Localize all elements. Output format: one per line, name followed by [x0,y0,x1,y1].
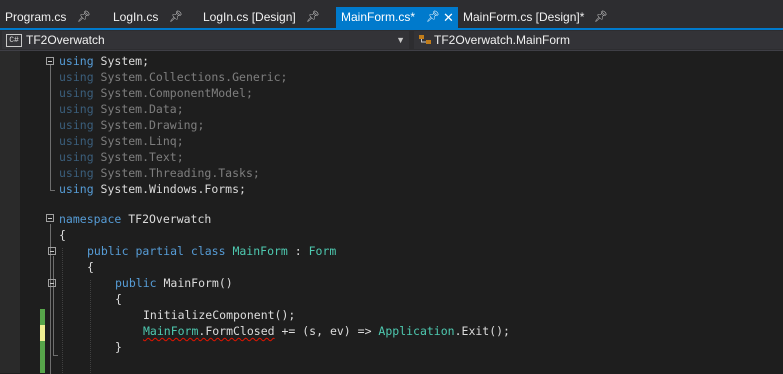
code-line-6: using System.Linq; [59,134,184,148]
pin-icon[interactable]: 📌︎ [169,7,183,28]
collapse-class-icon[interactable] [48,247,56,255]
code-line-5: using System.Drawing; [59,118,205,132]
unsaved-change-marker [40,325,45,341]
code-line-9: using System.Windows.Forms; [59,182,246,196]
tab-mainform-design[interactable]: MainForm.cs [Design]* 📌︎ [458,7,618,28]
document-tab-strip: Program.cs 📌︎ LogIn.cs 📌︎ LogIn.cs [Desi… [0,0,783,28]
code-line-17: InitializeComponent(); [143,308,296,322]
pin-icon[interactable]: 📌︎ [426,7,440,28]
code-line-15: public MainForm() [115,276,233,290]
member-dropdown[interactable]: TF2Overwatch.MainForm [414,31,783,49]
code-editor[interactable]: using System; using System.Collections.G… [0,51,783,374]
code-line-4: using System.Data; [59,102,184,116]
code-line-13: public partial class MainForm : Form [87,244,337,258]
collapse-method-icon[interactable] [48,279,56,287]
pin-icon[interactable]: 📌︎ [77,7,91,28]
outline-guide-end [53,355,58,356]
project-dropdown[interactable]: C# TF2Overwatch ▼ [2,31,409,49]
tab-login-design[interactable]: LogIn.cs [Design] 📌︎ [198,7,334,28]
tab-program-cs[interactable]: Program.cs 📌︎ [0,7,98,28]
indicator-margin [0,51,20,373]
code-line-16: { [115,292,122,306]
code-line-1: using System; [59,54,150,68]
chevron-down-icon: ▼ [396,35,405,45]
tab-login-cs[interactable]: LogIn.cs 📌︎ [108,7,190,28]
tab-label: LogIn.cs [Design] [203,10,296,24]
outline-guide-end [50,190,55,191]
code-line-7: using System.Text; [59,150,184,164]
code-line-19: } [115,340,122,354]
project-name: TF2Overwatch [26,33,105,47]
code-line-12: { [59,228,66,242]
navigation-bar: C# TF2Overwatch ▼ TF2Overwatch.MainForm [0,30,783,51]
outline-guide [53,256,54,356]
tab-label: MainForm.cs [Design]* [463,10,585,24]
code-line-11: namespace TF2Overwatch [59,212,212,226]
code-line-8: using System.Threading.Tasks; [59,166,260,180]
tab-label: Program.cs [5,10,67,24]
tab-label: MainForm.cs* [341,10,416,24]
tab-label: LogIn.cs [113,10,159,24]
code-line-14: { [87,260,94,274]
collapse-using-icon[interactable] [46,57,54,65]
tab-mainform-cs[interactable]: MainForm.cs* 📌︎ ✕ [336,7,458,28]
code-line-3: using System.ComponentModel; [59,86,253,100]
indent-guide [90,280,91,373]
collapse-namespace-icon[interactable] [46,214,54,222]
code-line-2: using System.Collections.Generic; [59,70,288,84]
saved-change-marker [40,309,45,373]
indent-guide [62,248,63,373]
code-line-18: MainForm.FormClosed += (s, ev) => Applic… [143,324,510,338]
close-icon[interactable]: ✕ [443,7,454,28]
member-name: TF2Overwatch.MainForm [434,33,571,47]
pin-icon[interactable]: 📌︎ [306,7,320,28]
class-icon [419,35,431,44]
csharp-project-icon: C# [6,34,22,47]
outline-guide [50,64,51,190]
pin-icon[interactable]: 📌︎ [594,7,608,28]
